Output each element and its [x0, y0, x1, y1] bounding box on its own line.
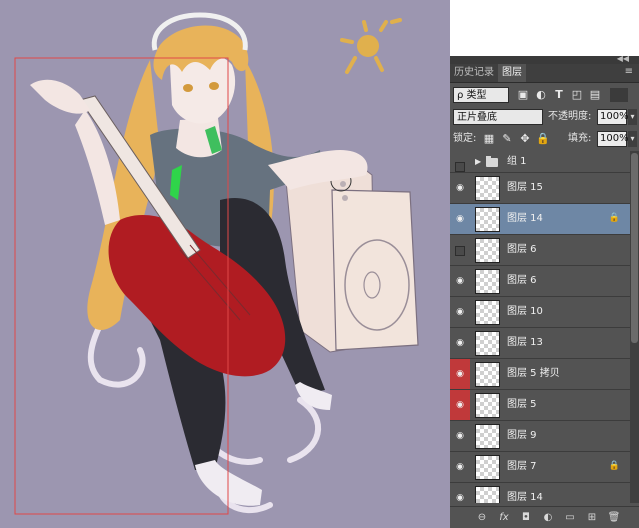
layer-row-group[interactable]: ▶ 组 1: [450, 151, 630, 173]
layer-name: 图层 5 拷贝: [507, 368, 560, 379]
layers-panel: ◀◀ 历史记录 图层 ≡ ρ 类型 ▣ ◐ T ◰ ▤ 正片叠底 不透明度: 1…: [450, 56, 639, 528]
layer-name: 图层 13: [507, 337, 543, 348]
eye-icon[interactable]: ◉: [450, 452, 470, 482]
layer-row[interactable]: ◉ 图层 5: [450, 390, 630, 421]
visibility-toggle-off[interactable]: [450, 151, 470, 173]
layer-name: 组 1: [507, 156, 527, 167]
filter-row: ρ 类型 ▣ ◐ T ◰ ▤: [450, 84, 639, 106]
fill-input[interactable]: 100%: [597, 131, 629, 147]
artwork: [0, 0, 450, 528]
image-filter-icon[interactable]: ▣: [516, 88, 530, 102]
panel-tabs: 历史记录 图层 ≡: [450, 64, 639, 83]
link-layers-icon[interactable]: ⊖: [474, 510, 490, 526]
lock-icon: 🔒: [608, 461, 620, 471]
tab-history[interactable]: 历史记录: [450, 64, 498, 82]
eye-icon[interactable]: ◉: [450, 390, 470, 420]
layer-thumbnail: [475, 424, 500, 449]
eye-icon[interactable]: ◉: [450, 297, 470, 327]
folder-icon: [486, 156, 498, 167]
fill-arrow-icon[interactable]: ▾: [628, 131, 637, 147]
layers-scrollbar[interactable]: [630, 151, 639, 503]
eye-icon[interactable]: ◉: [450, 204, 470, 234]
add-mask-icon[interactable]: ◘: [518, 510, 534, 526]
adjustment-layer-icon[interactable]: ◐: [540, 510, 556, 526]
blend-row: 正片叠底 不透明度: 100% ▾: [450, 106, 639, 128]
layer-name: 图层 5: [507, 399, 537, 410]
new-layer-icon[interactable]: ⊞: [584, 510, 600, 526]
adjustment-filter-icon[interactable]: ◐: [534, 88, 548, 102]
layer-thumbnail: [475, 207, 500, 232]
layer-thumbnail: [475, 362, 500, 387]
eye-icon[interactable]: ◉: [450, 173, 470, 203]
eye-icon[interactable]: ◉: [450, 328, 470, 358]
layer-thumbnail: [475, 300, 500, 325]
layer-name: 图层 14: [507, 492, 543, 503]
document-canvas[interactable]: [0, 0, 450, 528]
eye-icon[interactable]: ◉: [450, 266, 470, 296]
lock-all-icon[interactable]: 🔒: [536, 132, 550, 146]
lock-icon: 🔒: [608, 213, 620, 223]
layer-thumbnail: [475, 393, 500, 418]
layer-row[interactable]: ◉ 图层 7 🔒: [450, 452, 630, 483]
new-group-icon[interactable]: ▭: [562, 510, 578, 526]
layer-name: 图层 10: [507, 306, 543, 317]
layer-row[interactable]: ◉ 图层 6: [450, 266, 630, 297]
smart-object-filter-icon[interactable]: ▤: [588, 88, 602, 102]
lock-row: 锁定: ▦ ✎ ✥ 🔒 填充: 100% ▾: [450, 128, 639, 150]
layer-row[interactable]: ◉ 图层 14: [450, 483, 630, 503]
eye-icon[interactable]: ◉: [450, 359, 470, 389]
lock-paint-icon[interactable]: ✎: [500, 132, 514, 146]
blend-mode-select[interactable]: 正片叠底: [453, 109, 543, 125]
layer-thumbnail: [475, 486, 500, 503]
layer-row[interactable]: ◉ 图层 9: [450, 421, 630, 452]
lock-move-icon[interactable]: ✥: [518, 132, 532, 146]
layer-thumbnail: [475, 238, 500, 263]
shape-filter-icon[interactable]: ◰: [570, 88, 584, 102]
expand-arrow-icon[interactable]: ▶: [475, 151, 481, 173]
eye-icon[interactable]: ◉: [450, 421, 470, 451]
layers-list: ▶ 组 1 ◉ 图层 15 ◉ 图层 14 🔒 图层 6 ◉ 图层 6 ◉ 图层…: [450, 151, 630, 503]
layer-name: 图层 9: [507, 430, 537, 441]
opacity-input[interactable]: 100%: [597, 109, 629, 125]
layer-thumbnail: [475, 269, 500, 294]
layer-name: 图层 6: [507, 275, 537, 286]
layer-thumbnail: [475, 176, 500, 201]
tab-layers[interactable]: 图层: [498, 64, 526, 82]
layer-row[interactable]: 图层 6: [450, 235, 630, 266]
filter-kind-select[interactable]: ρ 类型: [453, 87, 509, 103]
scrollbar-thumb[interactable]: [631, 153, 638, 343]
panel-top-strip: ◀◀: [450, 56, 639, 64]
delete-layer-icon[interactable]: 🗑: [606, 510, 622, 526]
lock-transparency-icon[interactable]: ▦: [482, 132, 496, 146]
layer-row[interactable]: ◉ 图层 5 拷贝: [450, 359, 630, 390]
opacity-arrow-icon[interactable]: ▾: [628, 109, 637, 125]
visibility-toggle-off[interactable]: [450, 235, 470, 265]
fx-icon[interactable]: fx: [496, 510, 512, 526]
layer-name: 图层 6: [507, 244, 537, 255]
layer-name: 图层 14: [507, 213, 543, 224]
text-filter-icon[interactable]: T: [552, 88, 566, 102]
panel-menu-icon[interactable]: ≡: [625, 66, 633, 77]
filter-toggle[interactable]: [610, 88, 628, 102]
lock-label: 锁定:: [453, 133, 477, 144]
layer-name: 图层 7: [507, 461, 537, 472]
layer-row[interactable]: ◉ 图层 15: [450, 173, 630, 204]
layer-thumbnail: [475, 455, 500, 480]
layer-row[interactable]: ◉ 图层 13: [450, 328, 630, 359]
layer-name: 图层 15: [507, 182, 543, 193]
layer-thumbnail: [475, 331, 500, 356]
eye-icon[interactable]: ◉: [450, 483, 470, 503]
layer-row[interactable]: ◉ 图层 10: [450, 297, 630, 328]
collapse-panel-icon[interactable]: ◀◀: [617, 56, 629, 63]
layers-bottom-bar: ⊖ fx ◘ ◐ ▭ ⊞ 🗑: [450, 506, 639, 528]
layer-row-selected[interactable]: ◉ 图层 14 🔒: [450, 204, 630, 235]
fill-label: 填充:: [568, 133, 592, 144]
opacity-label: 不透明度:: [548, 111, 592, 122]
